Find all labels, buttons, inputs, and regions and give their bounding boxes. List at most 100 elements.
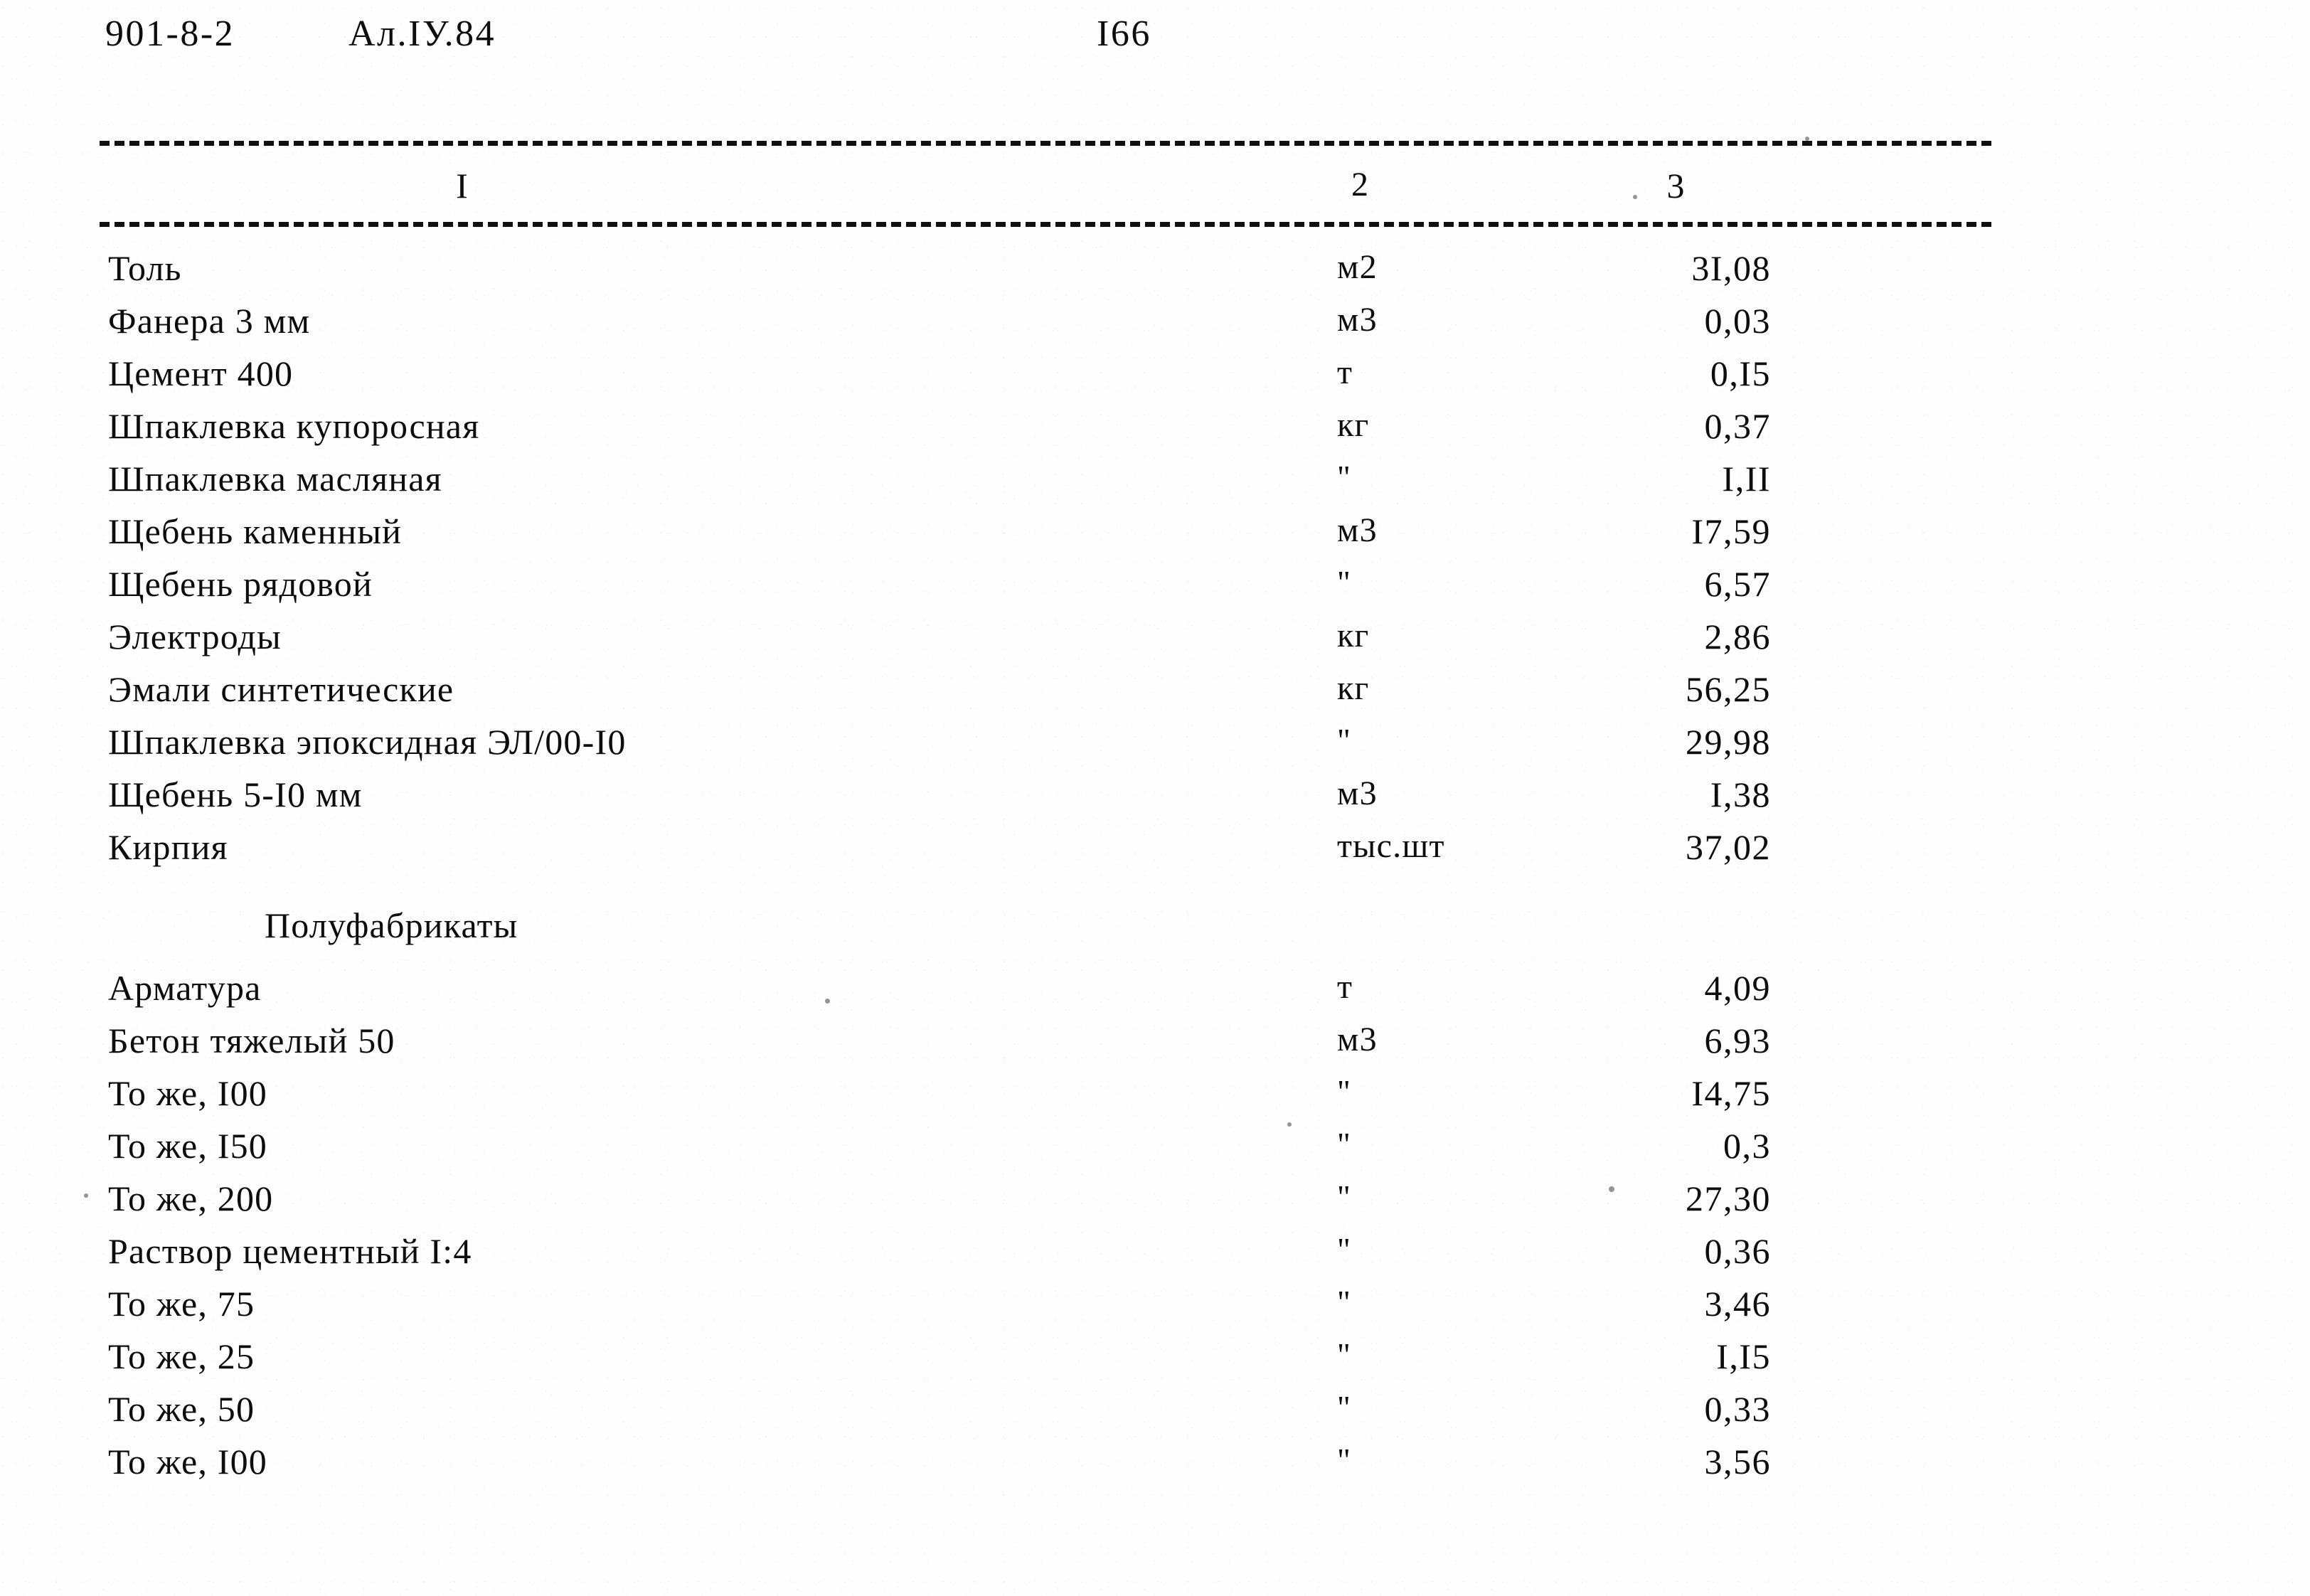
material-unit: " bbox=[1337, 1231, 1351, 1267]
material-unit: кг bbox=[1337, 669, 1370, 707]
table-row: Шпаклевка масляная " I,II bbox=[0, 458, 2310, 511]
material-name: Эмали синтетические bbox=[108, 669, 454, 709]
material-qty: 3I,08 bbox=[1691, 248, 1771, 288]
document-code: 901-8-2 bbox=[105, 14, 235, 54]
material-unit: " bbox=[1337, 1336, 1351, 1373]
material-qty: 6,57 bbox=[1704, 564, 1771, 604]
material-name: Цемент 400 bbox=[108, 353, 294, 393]
material-unit: м2 bbox=[1337, 248, 1378, 286]
material-unit: " bbox=[1337, 1284, 1351, 1320]
material-qty: I7,59 bbox=[1691, 511, 1771, 551]
table-row: То же, 75 " 3,46 bbox=[0, 1283, 2310, 1336]
table-row: То же, 200 " 27,30 bbox=[0, 1178, 2310, 1230]
material-name: То же, 25 bbox=[108, 1336, 255, 1376]
table-row: То же, I00 " I4,75 bbox=[0, 1073, 2310, 1125]
table-row: Цемент 400 т 0,I5 bbox=[0, 353, 2310, 405]
material-qty: 37,02 bbox=[1686, 827, 1771, 867]
column-header-unit: 2 bbox=[1351, 166, 1370, 203]
material-qty: 6,93 bbox=[1704, 1021, 1771, 1060]
table-row: Толь м2 3I,08 bbox=[0, 248, 2310, 300]
table-row: Фанера 3 мм м3 0,03 bbox=[0, 300, 2310, 353]
material-unit: " bbox=[1337, 1126, 1351, 1162]
material-unit: м3 bbox=[1337, 511, 1378, 549]
table-top-rule bbox=[100, 141, 1991, 146]
scanned-page: 901-8-2 Ал.IУ.84 I66 I 2 3 Толь м2 3I,08… bbox=[0, 0, 2310, 1596]
material-name: То же, 200 bbox=[108, 1179, 274, 1218]
material-name: Электроды bbox=[108, 617, 282, 656]
table-row: Щебень каменный м3 I7,59 bbox=[0, 511, 2310, 563]
material-qty: 0,37 bbox=[1704, 406, 1771, 446]
table-row: Бетон тяжелый 50 м3 6,93 bbox=[0, 1020, 2310, 1073]
material-name: То же, I00 bbox=[108, 1442, 268, 1481]
column-header-row: I 2 3 bbox=[0, 165, 2310, 218]
material-qty: 0,36 bbox=[1704, 1231, 1771, 1271]
material-name: Шпаклевка эпоксидная ЭЛ/00-I0 bbox=[108, 722, 627, 762]
material-name: То же, I50 bbox=[108, 1126, 268, 1166]
material-qty: 29,98 bbox=[1686, 722, 1771, 762]
material-unit: м3 bbox=[1337, 301, 1378, 339]
material-unit: " bbox=[1337, 1073, 1351, 1110]
material-qty: I,II bbox=[1722, 459, 1771, 499]
material-qty: 2,86 bbox=[1704, 617, 1771, 656]
material-unit: тыс.шт bbox=[1337, 827, 1445, 865]
material-qty: I,I5 bbox=[1716, 1336, 1771, 1376]
material-unit: " bbox=[1337, 1442, 1351, 1478]
material-name: Щебень каменный bbox=[108, 511, 403, 551]
scan-speck bbox=[1633, 195, 1637, 199]
material-unit: " bbox=[1337, 1179, 1351, 1215]
table-row: Раствор цементный I:4 " 0,36 bbox=[0, 1230, 2310, 1283]
scan-speck bbox=[1287, 1122, 1292, 1127]
table-row: Электроды кг 2,86 bbox=[0, 616, 2310, 669]
album-label: Ал.IУ.84 bbox=[348, 14, 496, 54]
material-name: Щебень рядовой bbox=[108, 564, 373, 604]
page-number: I66 bbox=[1097, 14, 1151, 54]
scan-speck bbox=[1609, 1186, 1614, 1192]
material-name: Фанера 3 мм bbox=[108, 301, 311, 341]
material-name: Кирпия bbox=[108, 827, 228, 867]
material-qty: 0,33 bbox=[1704, 1389, 1771, 1429]
table-row: Щебень 5-I0 мм м3 I,38 bbox=[0, 774, 2310, 826]
material-name: Шпаклевка купоросная bbox=[108, 406, 480, 446]
material-unit: т bbox=[1337, 968, 1353, 1006]
table-row: То же, I50 " 0,3 bbox=[0, 1125, 2310, 1178]
material-name: Толь bbox=[108, 248, 182, 288]
material-name: Шпаклевка масляная bbox=[108, 459, 442, 499]
column-header-value: 3 bbox=[1666, 166, 1686, 206]
table-row: Эмали синтетические кг 56,25 bbox=[0, 669, 2310, 721]
material-unit: кг bbox=[1337, 617, 1370, 654]
material-unit: кг bbox=[1337, 406, 1370, 444]
material-unit: м3 bbox=[1337, 1021, 1378, 1058]
material-name: Бетон тяжелый 50 bbox=[108, 1021, 395, 1060]
section-heading-semifinished: Полуфабрикаты bbox=[265, 905, 518, 945]
material-name: То же, 50 bbox=[108, 1389, 255, 1429]
material-name: Щебень 5-I0 мм bbox=[108, 775, 363, 814]
material-qty: 0,I5 bbox=[1710, 353, 1771, 393]
material-unit: " bbox=[1337, 722, 1351, 758]
scan-speck bbox=[84, 1193, 88, 1198]
material-qty: 0,03 bbox=[1704, 301, 1771, 341]
page-header: 901-8-2 Ал.IУ.84 I66 bbox=[0, 13, 2310, 70]
table-row: То же, 25 " I,I5 bbox=[0, 1336, 2310, 1388]
material-name: То же, 75 bbox=[108, 1284, 255, 1324]
table-row: Щебень рядовой " 6,57 bbox=[0, 563, 2310, 616]
material-qty: 0,3 bbox=[1723, 1126, 1771, 1166]
material-qty: I,38 bbox=[1710, 775, 1771, 814]
material-name: Раствор цементный I:4 bbox=[108, 1231, 472, 1271]
material-unit: м3 bbox=[1337, 775, 1378, 812]
material-unit: " bbox=[1337, 1389, 1351, 1425]
scan-speck bbox=[1805, 137, 1809, 141]
material-unit: " bbox=[1337, 564, 1351, 600]
material-qty: I4,75 bbox=[1691, 1073, 1771, 1113]
material-qty: 3,56 bbox=[1704, 1442, 1771, 1481]
material-name: Арматура bbox=[108, 968, 262, 1008]
table-row: Шпаклевка купоросная кг 0,37 bbox=[0, 405, 2310, 458]
table-row: То же, 50 " 0,33 bbox=[0, 1388, 2310, 1441]
table-row: Шпаклевка эпоксидная ЭЛ/00-I0 " 29,98 bbox=[0, 721, 2310, 774]
scan-speck bbox=[825, 999, 830, 1004]
material-qty: 27,30 bbox=[1686, 1179, 1771, 1218]
material-qty: 3,46 bbox=[1704, 1284, 1771, 1324]
table-bottom-rule bbox=[100, 222, 1991, 227]
material-unit: т bbox=[1337, 353, 1353, 391]
material-qty: 4,09 bbox=[1704, 968, 1771, 1008]
table-row: Кирпия тыс.шт 37,02 bbox=[0, 826, 2310, 879]
